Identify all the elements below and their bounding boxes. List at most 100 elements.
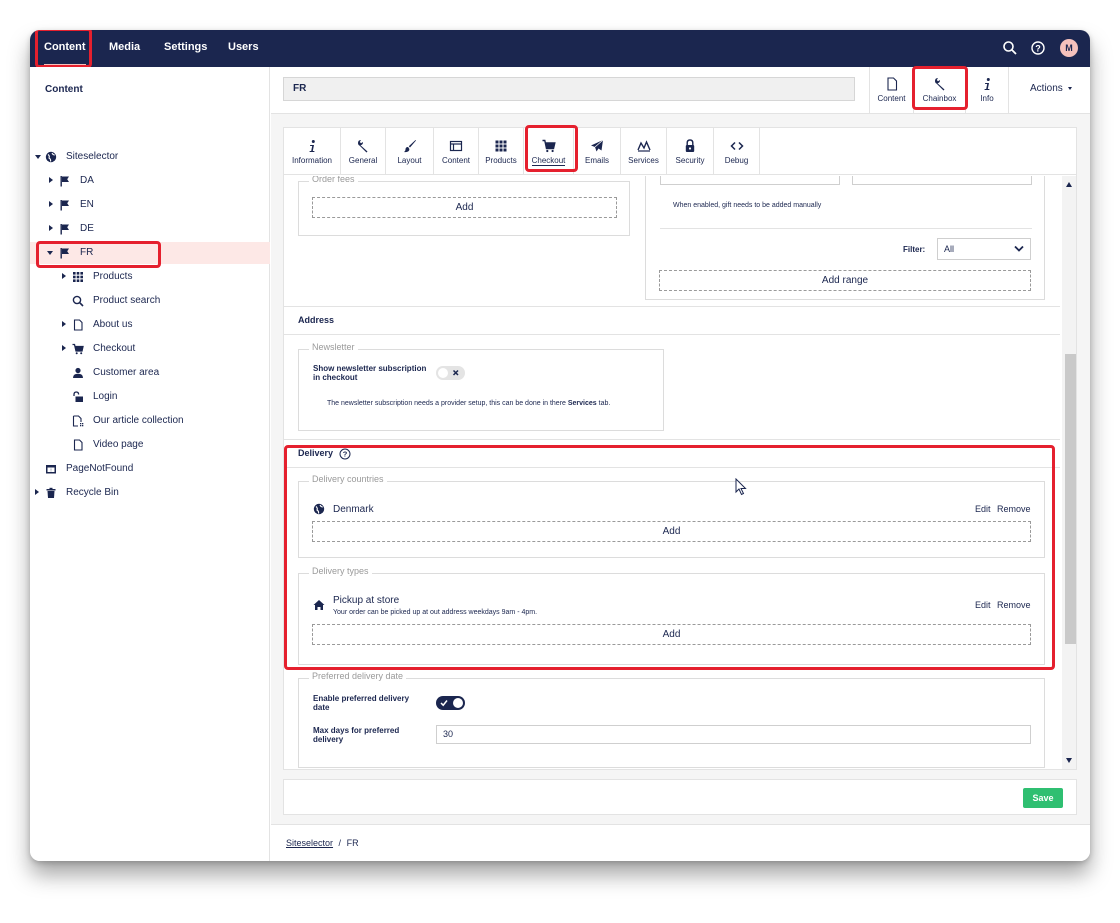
- filter-select[interactable]: All: [937, 238, 1031, 260]
- nav-settings[interactable]: Settings: [164, 30, 207, 67]
- send-icon: [590, 139, 604, 153]
- tab-general[interactable]: General: [341, 128, 386, 175]
- save-bar: Save: [283, 779, 1077, 815]
- tab-information[interactable]: Information: [284, 128, 341, 175]
- scroll-thumb[interactable]: [1065, 354, 1076, 644]
- services-icon: [636, 139, 651, 153]
- caret-right-icon[interactable]: [35, 489, 39, 495]
- caret-right-icon[interactable]: [49, 177, 53, 183]
- tree-item-about-us[interactable]: About us: [30, 314, 270, 336]
- add-order-fee-button[interactable]: Add: [312, 197, 617, 218]
- info-icon: [305, 139, 319, 153]
- caret-down-icon: [1067, 86, 1072, 90]
- tree-item-pagenotfound[interactable]: ! PageNotFound: [30, 458, 270, 480]
- scroll-down-icon[interactable]: [1066, 758, 1072, 763]
- delivery-section-header[interactable]: Delivery ?: [284, 439, 1060, 468]
- add-country-button[interactable]: Add: [312, 521, 1031, 542]
- max-days-label: Max days for preferred delivery: [313, 726, 400, 744]
- help-icon[interactable]: ?: [1030, 40, 1046, 56]
- toggle-knob: [453, 698, 463, 708]
- tree-item-fr[interactable]: FR: [30, 242, 270, 264]
- edit-delivery-type-button[interactable]: Edit: [975, 600, 991, 610]
- gift-note: When enabled, gift needs to be added man…: [673, 202, 822, 209]
- tree-item-video-page[interactable]: Video page: [30, 434, 270, 456]
- caret-right-icon[interactable]: [62, 273, 66, 279]
- edit-country-button[interactable]: Edit: [975, 504, 991, 514]
- remove-delivery-type-button[interactable]: Remove: [997, 600, 1031, 610]
- caret-right-icon[interactable]: [62, 345, 66, 351]
- tab-chainbox[interactable]: Chainbox: [913, 67, 965, 114]
- tree-item-login[interactable]: Login: [30, 386, 270, 408]
- tab-label: Content: [441, 156, 471, 165]
- preferred-delivery-toggle[interactable]: [436, 696, 465, 710]
- svg-text:?: ?: [342, 449, 347, 458]
- tree-item-product-search[interactable]: Product search: [30, 290, 270, 312]
- preferred-delivery-fieldset: Preferred delivery date Enable preferred…: [298, 671, 1045, 768]
- nav-content[interactable]: Content: [44, 30, 86, 67]
- nav-users[interactable]: Users: [228, 30, 259, 67]
- tab-layout[interactable]: Layout: [386, 128, 434, 175]
- check-icon: [440, 698, 448, 708]
- tab-label: Security: [675, 156, 705, 165]
- scrollbar[interactable]: [1062, 176, 1076, 769]
- tab-debug[interactable]: Debug: [714, 128, 760, 175]
- tab-info-app[interactable]: Info: [965, 67, 1009, 114]
- flag-icon: [59, 199, 71, 211]
- tab-checkout[interactable]: Checkout: [524, 128, 574, 175]
- tree-item-checkout[interactable]: Checkout: [30, 338, 270, 360]
- remove-country-button[interactable]: Remove: [997, 504, 1031, 514]
- tree-item-products[interactable]: Products: [30, 266, 270, 288]
- delivery-type-description: Your order can be picked up at out addre…: [333, 609, 538, 616]
- breadcrumb-root[interactable]: Siteselector: [286, 838, 333, 848]
- nav-media[interactable]: Media: [109, 30, 140, 67]
- country-name: Denmark: [333, 504, 374, 515]
- code-icon: [729, 139, 744, 153]
- tab-label: Services: [628, 156, 659, 165]
- tab-emails[interactable]: Emails: [574, 128, 621, 175]
- add-range-button[interactable]: Add range: [659, 270, 1031, 291]
- tree-item-en[interactable]: EN: [30, 194, 270, 216]
- gift-field-2[interactable]: [852, 176, 1032, 185]
- save-button[interactable]: Save: [1023, 788, 1063, 808]
- caret-down-icon[interactable]: [35, 155, 41, 159]
- caret-right-icon[interactable]: [49, 225, 53, 231]
- breadcrumb-separator: /: [338, 838, 342, 848]
- checkout-settings-content: Order fees Add When enabled, gift needs …: [284, 176, 1060, 769]
- max-days-input[interactable]: 30: [436, 725, 1031, 744]
- tree-item-de[interactable]: DE: [30, 218, 270, 240]
- info-icon: [980, 77, 994, 91]
- tree-item-da[interactable]: DA: [30, 170, 270, 192]
- tree-item-customer-area[interactable]: Customer area: [30, 362, 270, 384]
- tree-item-recycle-bin[interactable]: Recycle Bin: [30, 482, 270, 504]
- actions-menu[interactable]: Actions: [1030, 83, 1072, 94]
- add-delivery-type-button[interactable]: Add: [312, 624, 1031, 645]
- order-fees-fieldset: Order fees Add: [298, 176, 630, 236]
- app-window: Content Media Settings Users ? M Content…: [30, 30, 1090, 861]
- newsletter-help: The newsletter subscription needs a prov…: [327, 400, 610, 407]
- tab-content-app[interactable]: Content: [869, 67, 913, 114]
- tab-security[interactable]: Security: [667, 128, 714, 175]
- tab-content[interactable]: Content: [434, 128, 479, 175]
- node-name-input[interactable]: FR: [283, 77, 855, 101]
- content-tree-sidebar: Content Siteselector DA EN DE FR Product…: [30, 67, 270, 861]
- tab-label: Layout: [397, 156, 422, 165]
- caret-right-icon[interactable]: [49, 201, 53, 207]
- newsletter-toggle[interactable]: [436, 366, 465, 380]
- search-icon[interactable]: [1002, 40, 1018, 56]
- tree-item-siteselector[interactable]: Siteselector: [30, 146, 270, 168]
- lock-icon: [683, 139, 697, 153]
- caret-right-icon[interactable]: [62, 321, 66, 327]
- address-section-header[interactable]: Address: [284, 306, 1060, 335]
- tree-item-article-collection[interactable]: Our article collection: [30, 410, 270, 432]
- caret-down-icon[interactable]: [47, 251, 53, 255]
- tree-item-label: Siteselector: [66, 151, 119, 162]
- scroll-up-icon[interactable]: [1066, 182, 1072, 187]
- tab-products[interactable]: Products: [479, 128, 524, 175]
- services-link[interactable]: Services: [568, 400, 597, 407]
- avatar[interactable]: M: [1060, 39, 1078, 57]
- help-icon[interactable]: ?: [339, 448, 351, 460]
- flag-icon: [59, 175, 71, 187]
- tab-services[interactable]: Services: [621, 128, 667, 175]
- page-icon: [72, 319, 84, 331]
- gift-field-1[interactable]: [660, 176, 840, 185]
